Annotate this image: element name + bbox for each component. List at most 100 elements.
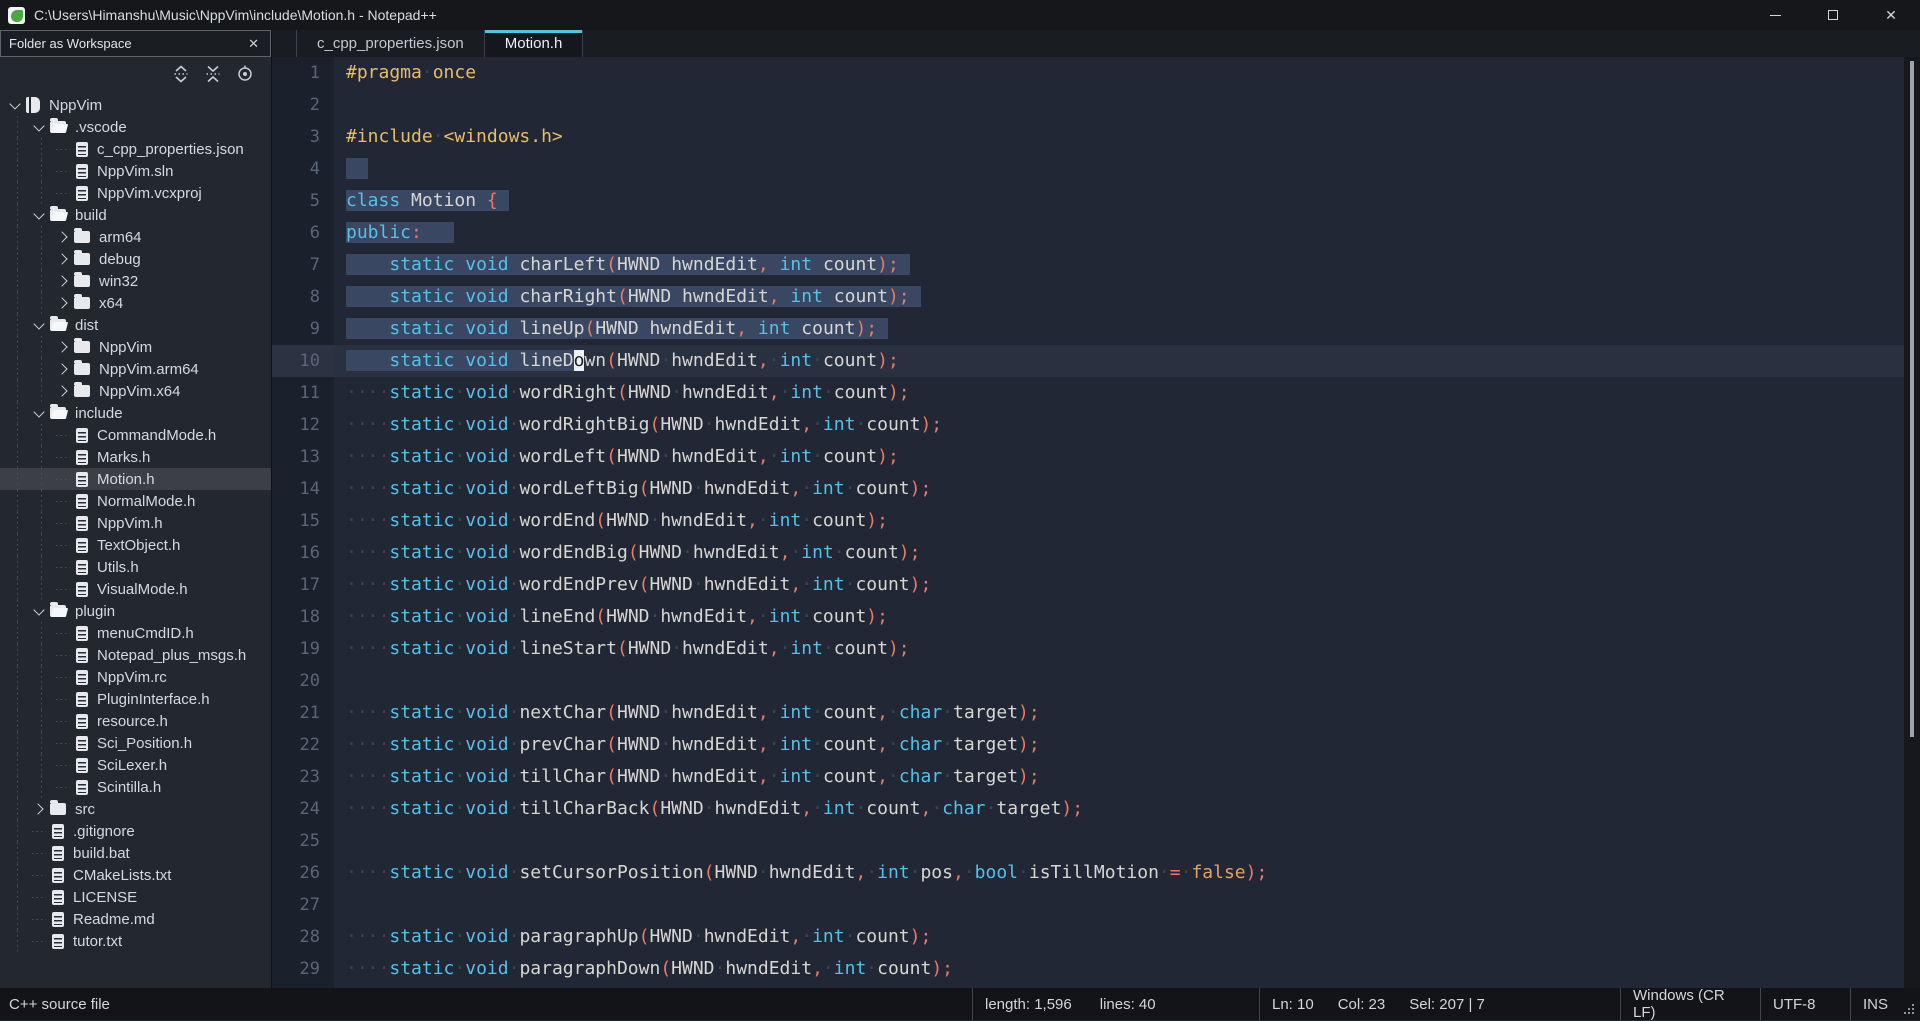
chevron-right-icon[interactable] — [54, 295, 72, 311]
chevron-down-icon[interactable] — [30, 207, 48, 223]
code-line-27[interactable]: 27 — [272, 889, 1904, 921]
close-button[interactable]: ✕ — [1862, 0, 1920, 30]
tree-item-NppVim.arm64[interactable]: NppVim.arm64 — [0, 358, 271, 380]
line-number[interactable]: 24 — [272, 793, 334, 825]
tree-item-Readme.md[interactable]: Readme.md — [0, 908, 271, 930]
tree-item-Utils.h[interactable]: Utils.h — [0, 556, 271, 578]
tree-item-NppVim.x64[interactable]: NppVim.x64 — [0, 380, 271, 402]
line-number[interactable]: 5 — [272, 185, 334, 217]
tree-item-Notepad_plus_msgs.h[interactable]: Notepad_plus_msgs.h — [0, 644, 271, 666]
line-number[interactable]: 23 — [272, 761, 334, 793]
code-line-9[interactable]: 9····static·void·lineUp(HWND·hwndEdit,·i… — [272, 313, 1904, 345]
tree-item-c_cpp_properties.json[interactable]: c_cpp_properties.json — [0, 138, 271, 160]
tree-item-x64[interactable]: x64 — [0, 292, 271, 314]
tree-item-NormalMode.h[interactable]: NormalMode.h — [0, 490, 271, 512]
line-number[interactable]: 22 — [272, 729, 334, 761]
line-number[interactable]: 3 — [272, 121, 334, 153]
tree-item-CMakeLists.txt[interactable]: CMakeLists.txt — [0, 864, 271, 886]
tree-item-CommandMode.h[interactable]: CommandMode.h — [0, 424, 271, 446]
code-line-7[interactable]: 7····static·void·charLeft(HWND·hwndEdit,… — [272, 249, 1904, 281]
tree-item-SciLexer.h[interactable]: SciLexer.h — [0, 754, 271, 776]
code-line-29[interactable]: 29····static·void·paragraphDown(HWND·hwn… — [272, 953, 1904, 985]
tree-item-PluginInterface.h[interactable]: PluginInterface.h — [0, 688, 271, 710]
chevron-down-icon[interactable] — [30, 405, 48, 421]
tree-item-win32[interactable]: win32 — [0, 270, 271, 292]
code-editor[interactable]: 1#pragma·once23#include·<windows.h>4 5cl… — [272, 57, 1904, 988]
tree-item-resource.h[interactable]: resource.h — [0, 710, 271, 732]
chevron-right-icon[interactable] — [54, 273, 72, 289]
code-line-25[interactable]: 25 — [272, 825, 1904, 857]
tree-item-Marks.h[interactable]: Marks.h — [0, 446, 271, 468]
code-line-2[interactable]: 2 — [272, 89, 1904, 121]
tree-item-tutor.txt[interactable]: tutor.txt — [0, 930, 271, 952]
code-line-12[interactable]: 12····static·void·wordRightBig(HWND·hwnd… — [272, 409, 1904, 441]
tree-item-NppVim[interactable]: NppVim — [0, 94, 271, 116]
code-line-8[interactable]: 8····static·void·charRight(HWND·hwndEdit… — [272, 281, 1904, 313]
code-line-23[interactable]: 23····static·void·tillChar(HWND·hwndEdit… — [272, 761, 1904, 793]
tree-item-.gitignore[interactable]: .gitignore — [0, 820, 271, 842]
code-line-17[interactable]: 17····static·void·wordEndPrev(HWND·hwndE… — [272, 569, 1904, 601]
tree-item-include[interactable]: include — [0, 402, 271, 424]
tab-c_cpp_properties.json[interactable]: c_cpp_properties.json — [296, 30, 485, 57]
tree-item-NppVim[interactable]: NppVim — [0, 336, 271, 358]
tree-item-NppVim.sln[interactable]: NppVim.sln — [0, 160, 271, 182]
locate-current-file-icon[interactable] — [235, 64, 255, 84]
chevron-right-icon[interactable] — [54, 339, 72, 355]
code-line-18[interactable]: 18····static·void·lineEnd(HWND·hwndEdit,… — [272, 601, 1904, 633]
chevron-right-icon[interactable] — [30, 801, 48, 817]
line-number[interactable]: 29 — [272, 953, 334, 985]
tree-item-Scintilla.h[interactable]: Scintilla.h — [0, 776, 271, 798]
line-number[interactable]: 13 — [272, 441, 334, 473]
code-line-16[interactable]: 16····static·void·wordEndBig(HWND·hwndEd… — [272, 537, 1904, 569]
chevron-right-icon[interactable] — [54, 229, 72, 245]
code-line-20[interactable]: 20 — [272, 665, 1904, 697]
line-number[interactable]: 19 — [272, 633, 334, 665]
code-line-22[interactable]: 22····static·void·prevChar(HWND·hwndEdit… — [272, 729, 1904, 761]
line-number[interactable]: 4 — [272, 153, 334, 185]
code-line-13[interactable]: 13····static·void·wordLeft(HWND·hwndEdit… — [272, 441, 1904, 473]
line-number[interactable]: 1 — [272, 57, 334, 89]
code-line-19[interactable]: 19····static·void·lineStart(HWND·hwndEdi… — [272, 633, 1904, 665]
scrollbar-thumb[interactable] — [1910, 61, 1914, 737]
line-number[interactable]: 16 — [272, 537, 334, 569]
line-number[interactable]: 21 — [272, 697, 334, 729]
tree-item-src[interactable]: src — [0, 798, 271, 820]
chevron-down-icon[interactable] — [30, 317, 48, 333]
code-line-11[interactable]: 11····static·void·wordRight(HWND·hwndEdi… — [272, 377, 1904, 409]
line-number[interactable]: 6 — [272, 217, 334, 249]
tree-item-NppVim.vcxproj[interactable]: NppVim.vcxproj — [0, 182, 271, 204]
tree-item-plugin[interactable]: plugin — [0, 600, 271, 622]
tree-item-Motion.h[interactable]: Motion.h — [0, 468, 271, 490]
maximize-button[interactable] — [1804, 0, 1862, 30]
line-number[interactable]: 25 — [272, 825, 334, 857]
tree-item-NppVim.rc[interactable]: NppVim.rc — [0, 666, 271, 688]
code-line-24[interactable]: 24····static·void·tillCharBack(HWND·hwnd… — [272, 793, 1904, 825]
tab-Motion.h[interactable]: Motion.h — [485, 30, 584, 57]
minimize-button[interactable] — [1746, 0, 1804, 30]
line-number[interactable]: 15 — [272, 505, 334, 537]
chevron-right-icon[interactable] — [54, 361, 72, 377]
tree-item-dist[interactable]: dist — [0, 314, 271, 336]
chevron-down-icon[interactable] — [30, 603, 48, 619]
tree-item-NppVim.h[interactable]: NppVim.h — [0, 512, 271, 534]
code-line-5[interactable]: 5class·Motion·{ — [272, 185, 1904, 217]
tree-item-Sci_Position.h[interactable]: Sci_Position.h — [0, 732, 271, 754]
code-line-6[interactable]: 6public: — [272, 217, 1904, 249]
chevron-down-icon[interactable] — [6, 97, 24, 113]
status-insert-mode[interactable]: INS — [1850, 988, 1896, 1020]
line-number[interactable]: 20 — [272, 665, 334, 697]
chevron-right-icon[interactable] — [54, 251, 72, 267]
line-number[interactable]: 12 — [272, 409, 334, 441]
line-number[interactable]: 9 — [272, 313, 334, 345]
code-line-15[interactable]: 15····static·void·wordEnd(HWND·hwndEdit,… — [272, 505, 1904, 537]
line-number[interactable]: 18 — [272, 601, 334, 633]
expand-all-icon[interactable] — [171, 64, 191, 84]
line-number[interactable]: 14 — [272, 473, 334, 505]
line-number[interactable]: 11 — [272, 377, 334, 409]
code-line-3[interactable]: 3#include·<windows.h> — [272, 121, 1904, 153]
collapse-all-icon[interactable] — [203, 64, 223, 84]
code-line-28[interactable]: 28····static·void·paragraphUp(HWND·hwndE… — [272, 921, 1904, 953]
line-number[interactable]: 7 — [272, 249, 334, 281]
tree-item-build[interactable]: build — [0, 204, 271, 226]
code-line-4[interactable]: 4 — [272, 153, 1904, 185]
